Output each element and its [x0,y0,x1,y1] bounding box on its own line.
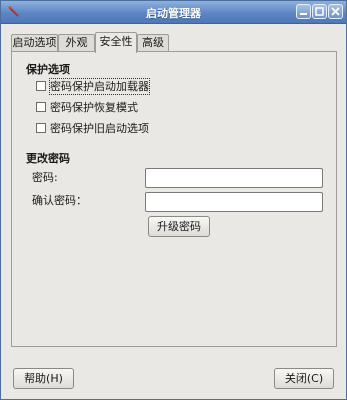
minimize-button[interactable] [296,4,311,19]
option-label: 密码保护旧启动选项 [50,122,149,135]
close-icon [331,7,340,16]
close-button[interactable]: 关闭(C) [274,368,334,389]
option-protect-old-boot[interactable]: 密码保护旧启动选项 [36,121,166,137]
option-label: 密码保护恢复模式 [50,101,138,114]
confirm-password-label: 确认密码： [32,194,87,207]
help-button[interactable]: 帮助(H) [13,368,74,389]
upgrade-password-button[interactable]: 升级密码 [148,216,210,237]
change-password-heading: 更改密码 [26,152,70,165]
tab-advanced[interactable]: 高级 [137,34,169,51]
password-label: 密码: [32,171,58,184]
checkbox[interactable] [36,102,46,112]
option-label: 密码保护启动加载器 [49,78,150,95]
titlebar[interactable]: 启动管理器 [1,1,346,24]
maximize-button[interactable] [312,4,327,19]
protection-heading: 保护选项 [26,63,70,76]
password-field[interactable] [145,168,323,188]
tab-boot-options[interactable]: 启动选项 [11,34,58,51]
minimize-icon [300,13,307,15]
window-title: 启动管理器 [146,7,201,20]
maximize-icon [315,7,324,16]
confirm-password-field[interactable] [145,192,323,212]
boot-manager-window: 启动管理器 启动选项 外观 安全性 高级 保护选项 密码保护启动加载器 密码保护… [0,0,347,400]
checkbox[interactable] [36,123,46,133]
tab-appearance[interactable]: 外观 [58,34,95,51]
option-protect-recovery[interactable]: 密码保护恢复模式 [36,100,166,116]
tab-security[interactable]: 安全性 [95,32,137,53]
checkbox[interactable] [36,81,46,91]
close-window-button[interactable] [328,4,343,19]
option-protect-bootloader[interactable]: 密码保护启动加载器 [36,78,166,95]
security-panel: 保护选项 密码保护启动加载器 密码保护恢复模式 密码保护旧启动选项 更改密码 密… [11,51,337,347]
